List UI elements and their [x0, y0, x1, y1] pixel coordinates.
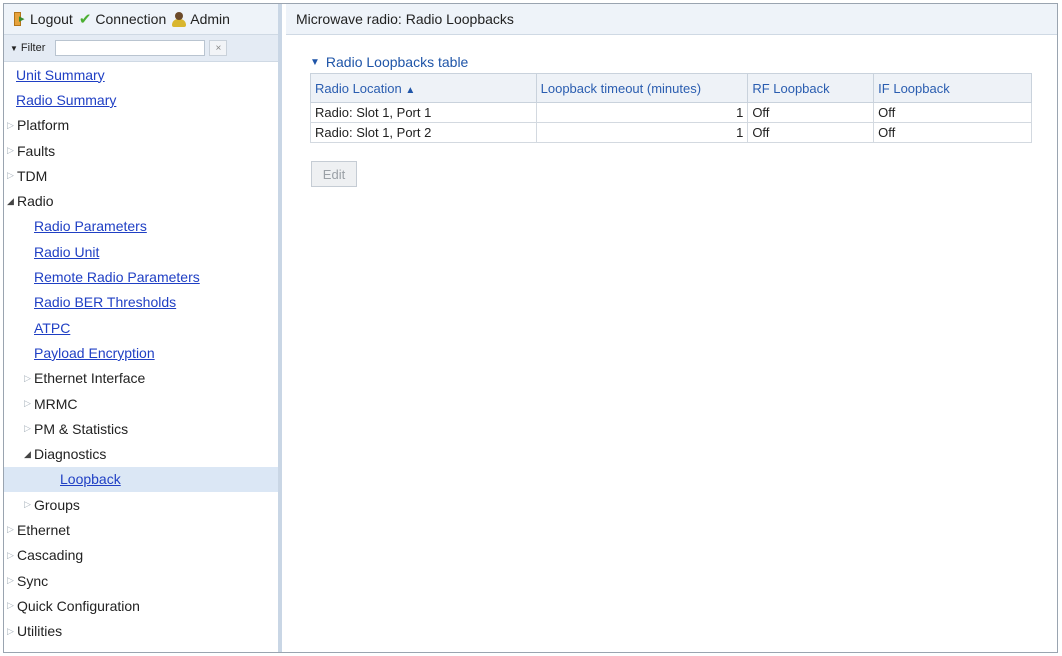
top-toolbar: ▸ Logout ✔ Connection Admin: [4, 4, 278, 35]
nav-utilities-label: Utilities: [17, 623, 63, 640]
nav-sync-label: Sync: [17, 572, 49, 589]
filter-bar: ▼ Filter ×: [4, 35, 278, 62]
nav-pm-statistics-label: PM & Statistics: [34, 420, 129, 437]
nav-platform[interactable]: ▷ Platform: [4, 113, 278, 138]
triangle-right-icon: ▷: [7, 575, 14, 586]
nav-mrmc[interactable]: ▷ MRMC: [4, 391, 278, 416]
nav-utilities[interactable]: ▷ Utilities: [4, 619, 278, 644]
nav-cascading[interactable]: ▷ Cascading: [4, 543, 278, 568]
filter-toggle[interactable]: ▼ Filter: [10, 42, 45, 54]
section-title: Radio Loopbacks table: [325, 54, 469, 70]
nav-ethernet-interface[interactable]: ▷ Ethernet Interface: [4, 366, 278, 391]
sort-up-icon: ▲: [405, 84, 416, 96]
triangle-right-icon: ▷: [24, 499, 31, 510]
nav-tdm-label: TDM: [17, 167, 48, 184]
triangle-down-icon: ▼: [10, 43, 18, 53]
triangle-right-icon: ▷: [7, 170, 14, 181]
nav-radio-summary[interactable]: Radio Summary: [16, 92, 116, 108]
connection-label: Connection: [95, 11, 167, 27]
triangle-right-icon: ▷: [7, 549, 14, 560]
nav-tdm[interactable]: ▷ TDM: [4, 163, 278, 188]
nav-tree: Unit Summary Radio Summary ▷ Platform ▷ Fa…: [4, 62, 278, 644]
triangle-down-icon: ◢: [24, 448, 31, 459]
page-title: Microwave radio: Radio Loopbacks: [286, 4, 1057, 35]
check-icon: ✔: [78, 11, 92, 28]
nav-groups-label: Groups: [34, 496, 80, 513]
radio-loopbacks-table: Radio Location ▲ Loopback timeout (minut…: [310, 73, 1032, 143]
cell-rf-loopback: Off: [747, 102, 875, 123]
logout-label: Logout: [30, 11, 73, 27]
cell-radio-location: Radio: Slot 1, Port 1: [310, 102, 537, 123]
nav-cascading-label: Cascading: [17, 547, 84, 564]
table-header-row: Radio Location ▲ Loopback timeout (minut…: [310, 73, 1032, 103]
nav-mrmc-label: MRMC: [34, 395, 78, 412]
column-header-if-loopback[interactable]: IF Loopback: [873, 73, 1032, 103]
edit-button[interactable]: Edit: [311, 161, 357, 187]
cell-rf-loopback: Off: [747, 122, 875, 143]
nav-sync[interactable]: ▷ Sync: [4, 568, 278, 593]
column-header-radio-location[interactable]: Radio Location ▲: [310, 73, 537, 103]
triangle-right-icon: ▷: [24, 398, 31, 408]
triangle-right-icon: ▷: [7, 524, 14, 535]
main-panel: Microwave radio: Radio Loopbacks ▼ Radio…: [286, 4, 1057, 652]
nav-ethernet-interface-label: Ethernet Interface: [34, 370, 146, 387]
triangle-right-icon: ▷: [24, 423, 31, 434]
nav-remote-radio-parameters[interactable]: Remote Radio Parameters: [34, 269, 200, 285]
nav-pm-statistics[interactable]: ▷ PM & Statistics: [4, 416, 278, 441]
nav-quick-configuration-label: Quick Configuration: [17, 597, 140, 614]
cell-radio-location: Radio: Slot 1, Port 2: [310, 122, 537, 143]
table-row[interactable]: Radio: Slot 1, Port 1 1 Off Off: [310, 102, 1032, 123]
nav-radio[interactable]: ◢ Radio: [4, 188, 278, 213]
nav-platform-label: Platform: [17, 117, 70, 134]
triangle-right-icon: ▷: [7, 145, 14, 156]
nav-unit-summary[interactable]: Unit Summary: [16, 67, 105, 83]
nav-payload-encryption[interactable]: Payload Encryption: [34, 345, 155, 361]
section-toggle[interactable]: ▼ Radio Loopbacks table: [310, 54, 468, 70]
nav-loopback[interactable]: Loopback: [60, 471, 121, 487]
nav-radio-parameters[interactable]: Radio Parameters: [34, 218, 147, 234]
logout-icon: ▸: [14, 12, 26, 26]
cell-if-loopback: Off: [873, 122, 1032, 143]
triangle-right-icon: ▷: [24, 372, 31, 383]
column-header-label: Radio Location: [315, 80, 402, 96]
nav-radio-unit[interactable]: Radio Unit: [34, 244, 99, 260]
nav-radio-ber-thresholds[interactable]: Radio BER Thresholds: [34, 294, 176, 310]
nav-quick-configuration[interactable]: ▷ Quick Configuration: [4, 593, 278, 618]
cell-if-loopback: Off: [873, 102, 1032, 123]
admin-button[interactable]: Admin: [172, 11, 230, 27]
column-header-loopback-timeout[interactable]: Loopback timeout (minutes): [535, 73, 749, 103]
nav-ethernet[interactable]: ▷ Ethernet: [4, 517, 278, 542]
admin-label: Admin: [190, 11, 230, 27]
triangle-right-icon: ▷: [7, 119, 14, 130]
filter-input[interactable]: [55, 40, 206, 56]
nav-atpc[interactable]: ATPC: [34, 320, 70, 336]
admin-user-icon: [172, 11, 187, 27]
triangle-down-icon: ◢: [7, 195, 14, 206]
triangle-down-icon: ▼: [310, 56, 320, 68]
connection-button[interactable]: ✔ Connection: [79, 10, 166, 28]
nav-faults-label: Faults: [17, 142, 56, 159]
cell-loopback-timeout: 1: [535, 102, 749, 123]
sidebar: ▸ Logout ✔ Connection Admin ▼ Filter × U…: [4, 4, 282, 652]
nav-ethernet-label: Ethernet: [17, 521, 70, 538]
nav-radio-label: Radio: [17, 193, 54, 210]
column-header-rf-loopback[interactable]: RF Loopback: [747, 73, 875, 103]
nav-groups[interactable]: ▷ Groups: [4, 492, 278, 517]
table-row[interactable]: Radio: Slot 1, Port 2 1 Off Off: [310, 122, 1032, 143]
cell-loopback-timeout: 1: [535, 122, 749, 143]
filter-label: Filter: [20, 42, 46, 54]
triangle-right-icon: ▷: [7, 625, 14, 636]
nav-diagnostics[interactable]: ◢ Diagnostics: [4, 441, 278, 466]
logout-button[interactable]: ▸ Logout: [14, 11, 73, 27]
nav-diagnostics-label: Diagnostics: [34, 446, 107, 463]
clear-filter-button[interactable]: ×: [209, 40, 228, 56]
triangle-right-icon: ▷: [7, 600, 14, 611]
nav-faults[interactable]: ▷ Faults: [4, 138, 278, 163]
